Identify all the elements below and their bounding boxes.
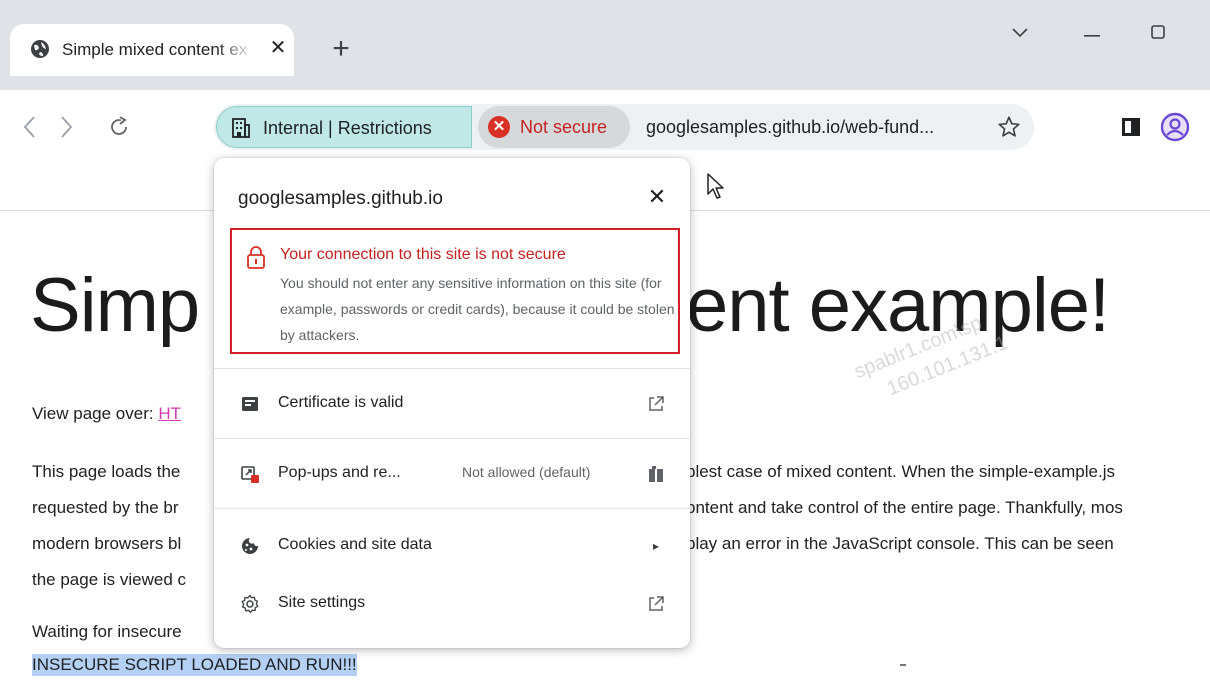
tab-title: Simple mixed content ex: [62, 40, 248, 59]
back-button[interactable]: [14, 110, 44, 144]
paragraph-line: requested by the br: [32, 498, 179, 517]
site-settings-label: Site settings: [278, 594, 366, 611]
new-tab-button[interactable]: +: [326, 34, 356, 64]
delete-icon[interactable]: [646, 464, 666, 484]
popup-close-icon[interactable]: ✕: [642, 182, 672, 212]
tab-close-icon[interactable]: ✕: [265, 35, 291, 61]
minimize-button[interactable]: [1072, 16, 1112, 48]
paragraph-line: plest case of mixed content. When the si…: [686, 462, 1115, 481]
internal-restrictions-chip[interactable]: Internal | Restrictions: [216, 106, 472, 148]
cookies-label: Cookies and site data: [278, 536, 432, 553]
page-heading-right: ent example!: [686, 263, 1110, 348]
tab-search-dropdown-icon[interactable]: [1000, 16, 1040, 48]
profile-avatar-icon[interactable]: [1160, 112, 1190, 142]
certificate-label: Certificate is valid: [278, 394, 404, 411]
gear-icon: [241, 594, 259, 614]
cookie-icon: [242, 538, 258, 554]
paragraph-line: ontent and take control of the entire pa…: [686, 498, 1123, 517]
maximize-button[interactable]: [1138, 16, 1178, 48]
view-over-link[interactable]: HT: [158, 404, 181, 423]
popup-divider: [214, 438, 690, 439]
mouse-cursor-icon: [707, 173, 724, 199]
popup-divider: [214, 368, 690, 369]
site-info-popup: googlesamples.github.io ✕ Your connectio…: [214, 158, 690, 648]
view-page-over: View page over: HT: [32, 404, 181, 424]
not-secure-icon: ✕: [488, 116, 510, 138]
view-over-label: View page over:: [32, 404, 159, 423]
forward-button[interactable]: [52, 110, 82, 144]
paragraph-line: the page is viewed c: [32, 570, 187, 589]
url-text[interactable]: googlesamples.github.io/web-fund...: [646, 117, 934, 138]
side-panel-icon[interactable]: [1122, 118, 1140, 136]
page-heading-left: Simp: [30, 263, 200, 348]
open-external-icon[interactable]: [646, 394, 666, 414]
managed-building-icon: [232, 118, 250, 138]
globe-icon: [31, 40, 49, 58]
popup-blocked-icon: [241, 466, 259, 483]
lock-warning-icon: [247, 246, 265, 269]
connection-warning[interactable]: Your connection to this site is not secu…: [230, 228, 680, 354]
chevron-right-icon[interactable]: ▸: [646, 536, 666, 556]
connection-description: You should not enter any sensitive infor…: [280, 275, 675, 343]
certificate-icon: [242, 397, 258, 411]
popups-row[interactable]: Pop-ups and re... Not allowed (default): [214, 446, 690, 502]
paragraph-line: modern browsers bl: [32, 534, 182, 553]
paragraph-line: This page loads the: [32, 462, 181, 481]
paragraph-right: plest case of mixed content. When the si…: [686, 454, 1123, 562]
open-external-icon[interactable]: [646, 594, 666, 614]
site-settings-row[interactable]: Site settings: [214, 576, 690, 632]
popup-divider: [214, 508, 690, 509]
internal-restrictions-label: Internal | Restrictions: [263, 118, 432, 138]
paragraph-line: play an error in the JavaScript console.…: [686, 534, 1114, 553]
divider-mark: [900, 664, 906, 666]
popups-status: Not allowed (default): [462, 464, 591, 480]
not-secure-chip[interactable]: ✕ Not secure: [478, 106, 630, 148]
certificate-row[interactable]: Certificate is valid: [214, 376, 690, 432]
reload-button[interactable]: [104, 110, 134, 144]
popup-domain: googlesamples.github.io: [238, 188, 443, 209]
cookies-row[interactable]: Cookies and site data ▸: [214, 518, 690, 574]
bookmark-star-icon[interactable]: [996, 114, 1022, 140]
connection-title: Your connection to this site is not secu…: [280, 246, 566, 263]
not-secure-label: Not secure: [520, 117, 608, 137]
waiting-status: Waiting for insecure: [32, 622, 182, 641]
insecure-script-status: INSECURE SCRIPT LOADED AND RUN!!!: [32, 654, 357, 676]
popups-label: Pop-ups and re...: [278, 464, 401, 481]
paragraph-left: This page loads the requested by the br …: [32, 454, 186, 598]
browser-tab[interactable]: Simple mixed content ex ✕: [10, 24, 294, 76]
